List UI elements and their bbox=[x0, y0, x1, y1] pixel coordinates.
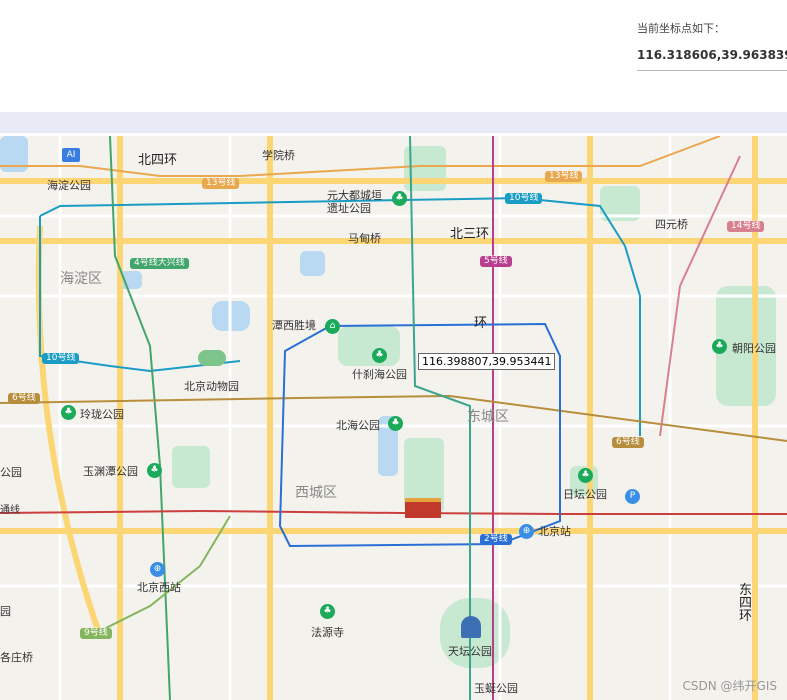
subway-line-badge: 6号线 bbox=[612, 437, 644, 448]
park-icon[interactable]: ♣ bbox=[372, 348, 387, 363]
coordinate-panel: 当前坐标点如下： 116.318606,39.963839 bbox=[637, 14, 787, 71]
place-label: 潭西胜境 bbox=[272, 319, 316, 332]
place-label: 通线 bbox=[0, 505, 20, 516]
panda-icon bbox=[198, 350, 226, 366]
parking-icon[interactable]: P bbox=[625, 489, 640, 504]
map-header-band bbox=[0, 112, 787, 133]
place-label: 各庄桥 bbox=[0, 651, 33, 664]
subway-line-badge: 9号线 bbox=[80, 628, 112, 639]
park-icon[interactable]: ♣ bbox=[61, 405, 76, 420]
watermark: CSDN @纬开GIS bbox=[682, 679, 777, 693]
road-label: 学院桥 bbox=[262, 149, 295, 162]
subway-line-badge: 13号线 bbox=[202, 178, 240, 189]
coordinate-value[interactable]: 116.318606,39.963839 bbox=[637, 48, 787, 62]
road-label: 马甸桥 bbox=[348, 232, 381, 245]
park-icon[interactable]: ♣ bbox=[392, 191, 407, 206]
place-label: 日坛公园 bbox=[563, 488, 607, 501]
road-label: 北三环 bbox=[450, 227, 490, 242]
subway-line-badge: 13号线 bbox=[545, 171, 583, 182]
place-label: 朝阳公园 bbox=[732, 342, 776, 355]
station-icon[interactable]: ⊕ bbox=[150, 562, 165, 577]
subway-line-badge: 10号线 bbox=[505, 193, 543, 204]
place-label: 法源寺 bbox=[311, 626, 344, 639]
place-label: 海淀公园 bbox=[47, 179, 91, 192]
subway-line-badge: 4号线大兴线 bbox=[130, 258, 189, 269]
coordinate-label: 当前坐标点如下： bbox=[637, 22, 725, 35]
place-label: 天坛公园 bbox=[448, 645, 492, 658]
ai-badge-icon[interactable]: AI bbox=[62, 148, 80, 162]
district-label: 东城区 bbox=[467, 409, 509, 425]
district-label: 西城区 bbox=[295, 485, 337, 501]
park-icon[interactable]: ♣ bbox=[320, 604, 335, 619]
place-label: 元大都城垣遗址公园 bbox=[327, 189, 382, 215]
subway-line-badge: 10号线 bbox=[42, 353, 80, 364]
road-label: 四元桥 bbox=[655, 218, 688, 231]
subway-line-badge: 14号线 bbox=[727, 221, 765, 232]
temple-of-heaven-icon bbox=[461, 616, 481, 638]
road-label: 环 bbox=[474, 316, 488, 331]
subway-line-badge: 2号线 bbox=[480, 534, 512, 545]
coordinate-underline bbox=[637, 70, 787, 71]
park-icon[interactable]: ♣ bbox=[578, 468, 593, 483]
place-label: 北京站 bbox=[538, 525, 571, 538]
place-label: 北京动物园 bbox=[184, 380, 239, 393]
subway-line-badge: 6号线 bbox=[8, 393, 40, 404]
tiananmen-icon bbox=[405, 498, 441, 518]
place-label: 玉渊潭公园 bbox=[83, 465, 138, 478]
road-label: 北四环 bbox=[138, 153, 178, 168]
park-icon[interactable]: ♣ bbox=[147, 463, 162, 478]
place-label: 公园 bbox=[0, 466, 22, 479]
station-icon[interactable]: ⊕ bbox=[519, 524, 534, 539]
subway-line-badge: 5号线 bbox=[480, 256, 512, 267]
scenic-icon[interactable]: ⌂ bbox=[325, 319, 340, 334]
park-icon[interactable]: ♣ bbox=[712, 339, 727, 354]
place-label: 北京西站 bbox=[137, 581, 181, 594]
place-label: 玲珑公园 bbox=[80, 408, 124, 421]
place-label: 北海公园 bbox=[336, 419, 380, 432]
place-label: 玉蜓公园 bbox=[474, 682, 518, 695]
park-icon[interactable]: ♣ bbox=[388, 416, 403, 431]
place-label: 什刹海公园 bbox=[352, 368, 407, 381]
place-label: 园 bbox=[0, 605, 11, 618]
district-label: 海淀区 bbox=[60, 271, 102, 287]
map-canvas[interactable]: 海淀区 东城区 西城区 北四环 北三环 学院桥 马甸桥 四元桥 东四环 环 海淀… bbox=[0, 136, 787, 700]
map-coordinate-tooltip: 116.398807,39.953441 bbox=[418, 353, 556, 370]
road-label: 东四环 bbox=[739, 583, 753, 624]
